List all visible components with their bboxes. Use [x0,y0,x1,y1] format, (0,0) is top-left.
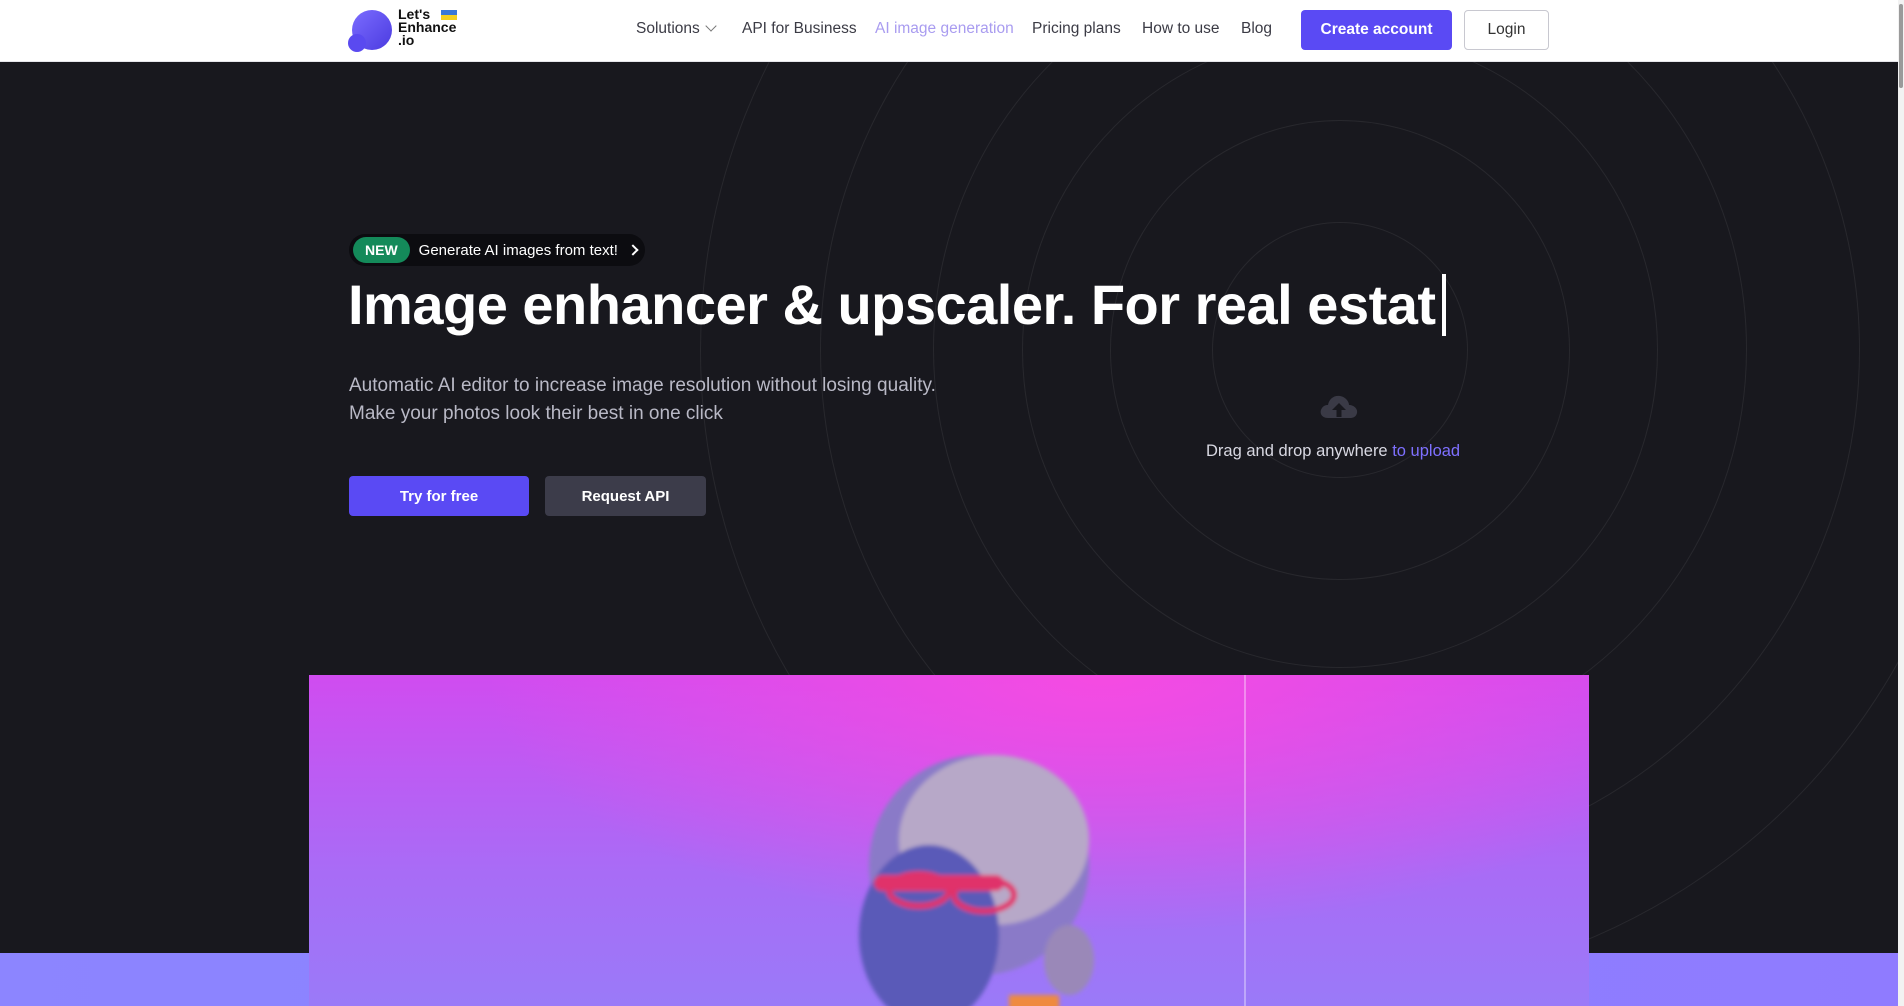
comparison-divider[interactable] [1244,675,1246,1006]
nav-blog[interactable]: Blog [1241,20,1272,38]
nav-how-to-use[interactable]: How to use [1142,20,1220,38]
request-api-button[interactable]: Request API [545,476,706,516]
login-button[interactable]: Login [1464,10,1549,50]
badge-text: Generate AI images from text! [418,241,618,259]
scrollbar[interactable] [1898,0,1904,1006]
hero-subtitle: Automatic AI editor to increase image re… [349,375,936,424]
before-after-demo-image[interactable] [309,675,1589,1006]
cloud-upload-icon [1320,395,1358,418]
nav-pricing-plans[interactable]: Pricing plans [1032,20,1121,38]
logo[interactable]: Let's Enhance .io [348,7,457,52]
typing-caret [1441,273,1446,336]
nav-ai-image-generation[interactable]: AI image generation [875,20,1014,38]
ukraine-flag-icon [441,10,457,20]
chevron-down-icon [705,20,717,32]
new-label: NEW [353,237,410,263]
site-header: Let's Enhance .io Solutions API for Busi… [0,0,1904,62]
nav-api-for-business[interactable]: API for Business [742,20,857,38]
hero-title: Image enhancer & upscaler. For real esta… [348,272,1446,337]
chevron-right-icon [627,244,639,256]
upload-hint[interactable]: Drag and drop anywhere to upload [1206,442,1460,461]
decor-circle [1212,222,1468,478]
try-for-free-button[interactable]: Try for free [349,476,529,516]
upload-link[interactable]: to upload [1392,442,1460,460]
portrait-image [859,755,1094,1006]
new-feature-badge[interactable]: NEW Generate AI images from text! [349,234,645,266]
create-account-button[interactable]: Create account [1301,10,1452,50]
logo-mark-icon [348,8,392,52]
nav-solutions[interactable]: Solutions [636,20,717,38]
scrollbar-thumb[interactable] [1899,4,1903,88]
